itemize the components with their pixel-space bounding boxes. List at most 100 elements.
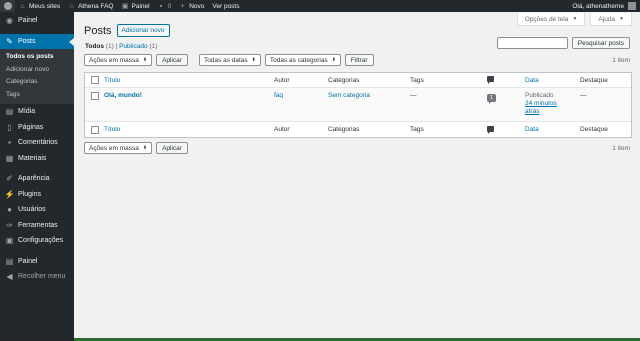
select-all-checkbox[interactable] [90, 76, 99, 84]
search-box: Pesquisar posts [496, 37, 630, 49]
wordpress-logo-icon[interactable] [0, 0, 15, 12]
sidebar-item-users[interactable]: ● Usuários [0, 202, 74, 218]
search-posts-button[interactable]: Pesquisar posts [571, 37, 630, 49]
row-checkbox[interactable] [90, 92, 99, 100]
posts-submenu: Todos os posts Adicionar novo Categorias… [0, 49, 74, 104]
post-tags: — [410, 92, 417, 99]
new-label: Novo [189, 2, 205, 10]
panel-icon: ▤ [5, 256, 14, 266]
plus-icon: + [180, 2, 185, 10]
sidebar-item-tools[interactable]: ✑ Ferramentas [0, 218, 74, 234]
dashboard-link[interactable]: ▣ Painel [118, 0, 154, 12]
post-title-link[interactable]: Olá, mundo! [104, 92, 142, 99]
select-arrows-icon: ⬍ [142, 145, 148, 151]
date-filter-label: Todas as datas [203, 56, 248, 64]
submenu-add-new[interactable]: Adicionar novo [0, 64, 74, 77]
date-filter-select[interactable]: Todas as datas ⬍ [198, 54, 261, 66]
comment-icon: ▪ [8, 138, 11, 148]
column-date[interactable]: Data [525, 77, 539, 84]
page-header: Posts Adicionar novo [84, 24, 170, 37]
view-all-link[interactable]: Todos [85, 43, 104, 50]
submenu-categories[interactable]: Categorias [0, 76, 74, 89]
comment-bubble-icon: ▪ [159, 2, 163, 10]
main-content: Opções de tela ▼ Ajuda ▼ Posts Adicionar… [74, 12, 640, 341]
table-row: Olá, mundo! faq Sem categoria — 1 Public… [85, 88, 631, 122]
comments-column-icon-footer[interactable] [487, 125, 494, 134]
column-featured: Destaque [580, 76, 608, 84]
view-published-link[interactable]: Publicado [119, 43, 148, 50]
sidebar-item-posts[interactable]: ✎ Posts [0, 33, 74, 49]
post-date-line2[interactable]: atrás [525, 108, 580, 116]
help-button[interactable]: Ajuda ▼ [590, 13, 632, 26]
bulk-actions-select-top[interactable]: Ações em massa ⬍ [84, 54, 153, 66]
search-input[interactable] [496, 37, 568, 49]
collapse-icon: ◀ [6, 272, 13, 282]
post-date-line1[interactable]: 24 minutos [525, 100, 580, 108]
column-title-footer[interactable]: Título [104, 126, 120, 133]
comments-link[interactable]: ▪ 0 [154, 0, 176, 12]
collapse-menu-button[interactable]: ◀ Recolher menu [0, 269, 74, 285]
sidebar-item-media[interactable]: ▤ Mídia [0, 104, 74, 120]
sidebar-item-settings[interactable]: ▣ Configurações [0, 233, 74, 249]
sidebar-item-materials[interactable]: ▦ Materiais [0, 151, 74, 167]
sidebar-item-label: Aparência [18, 175, 50, 183]
apply-button-bottom[interactable]: Aplicar [156, 142, 188, 154]
account-greeting[interactable]: Olá, athenatheme [572, 3, 624, 10]
submenu-tags[interactable]: Tags [0, 89, 74, 102]
filter-button[interactable]: Filtrar [344, 54, 374, 66]
sidebar-item-label: Posts [18, 37, 36, 45]
view-posts-link[interactable]: Ver posts [208, 0, 243, 12]
posts-table: Título Autor Categorias Tags Data Destaq… [84, 72, 632, 138]
apply-button-top[interactable]: Aplicar [156, 54, 188, 66]
category-filter-label: Todas as categorias [269, 56, 328, 64]
screen-options-label: Opções de tela [524, 15, 569, 23]
comments-column-icon[interactable] [487, 76, 494, 84]
post-status-views: Todos (1) | Publicado (1) [85, 43, 157, 50]
pin-icon: ✎ [6, 36, 13, 46]
brush-icon: ✐ [6, 174, 13, 184]
dashboard-icon: ▣ [121, 2, 129, 10]
post-category-link[interactable]: Sem categoria [328, 92, 370, 99]
column-featured-footer: Destaque [580, 126, 608, 133]
avatar[interactable] [628, 2, 636, 10]
table-footer: Título Autor Categorias Tags Data Destaq… [85, 122, 631, 137]
media-icon: ▤ [5, 107, 14, 117]
select-arrows-icon: ⬍ [331, 57, 336, 63]
sidebar-item-pages[interactable]: ▯ Páginas [0, 120, 74, 136]
sidebar-item-label: Páginas [18, 123, 44, 131]
caret-down-icon: ▼ [572, 16, 578, 22]
select-arrows-icon: ⬍ [251, 57, 256, 63]
items-count-bottom: 1 item [612, 144, 630, 152]
my-sites-icon: ⌂ [20, 2, 25, 10]
bulk-actions-label: Ações em massa [89, 144, 139, 152]
sidebar-item-panel[interactable]: ▤ Painel [0, 254, 74, 270]
site-name-menu[interactable]: ⌂ Athena FAQ [64, 0, 117, 12]
add-new-button[interactable]: Adicionar novo [116, 24, 170, 37]
column-author: Autor [274, 76, 290, 84]
post-date: Publicado 24 minutos atrás [525, 92, 580, 116]
column-author-footer: Autor [274, 126, 290, 133]
sidebar-item-appearance[interactable]: ✐ Aparência [0, 171, 74, 187]
bulk-actions-select-bottom[interactable]: Ações em massa ⬍ [84, 142, 153, 154]
new-content-menu[interactable]: + Novo [175, 0, 208, 12]
view-posts-label: Ver posts [212, 2, 240, 10]
tablenav-top: Ações em massa ⬍ Aplicar Todas as datas … [84, 54, 630, 66]
sidebar-item-comments[interactable]: ▪ Comentários [0, 135, 74, 151]
comment-count-badge[interactable]: 1 [487, 94, 496, 104]
column-tags: Tags [410, 76, 424, 84]
select-all-checkbox-footer[interactable] [90, 125, 99, 134]
sidebar-item-plugins[interactable]: ⚡ Plugins [0, 187, 74, 203]
sidebar-item-label: Comentários [18, 139, 58, 147]
sidebar-item-painel[interactable]: ◉ Painel [0, 13, 74, 29]
screen-meta-links: Opções de tela ▼ Ajuda ▼ [516, 13, 632, 26]
page-title: Posts [84, 24, 112, 37]
category-filter-select[interactable]: Todas as categorias ⬍ [264, 54, 341, 66]
post-author-link[interactable]: faq [274, 92, 283, 99]
column-date-footer[interactable]: Data [525, 126, 539, 133]
submenu-all-posts[interactable]: Todos os posts [0, 51, 74, 64]
screen-options-button[interactable]: Opções de tela ▼ [516, 13, 586, 26]
my-sites-menu[interactable]: ⌂ Meus sites [15, 0, 64, 12]
bulk-actions-label: Ações em massa [89, 56, 139, 64]
admin-sidebar: ◉ Painel ✎ Posts Todos os posts Adiciona… [0, 12, 74, 341]
column-title[interactable]: Título [104, 77, 120, 84]
